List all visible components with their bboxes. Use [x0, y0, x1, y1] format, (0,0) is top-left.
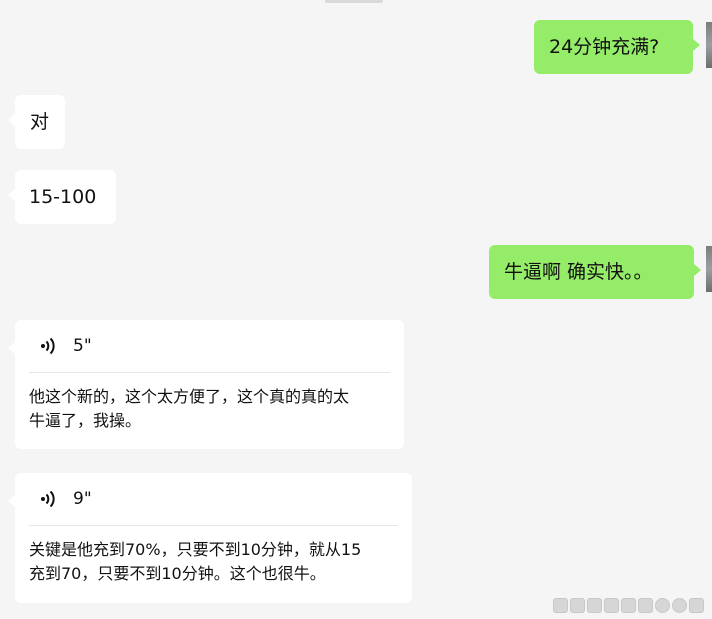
transcript-line: 充到70，只要不到10分钟。这个也很牛。 — [29, 564, 326, 583]
window-icon — [638, 598, 653, 613]
bottom-icon-strip — [553, 598, 704, 613]
window-icon — [587, 598, 602, 613]
voice-header[interactable]: 5" — [29, 320, 390, 373]
message-bubble-incoming[interactable]: 15-100 — [8, 170, 116, 224]
window-icon — [570, 598, 585, 613]
scroll-indicator — [325, 0, 383, 3]
voice-message[interactable]: 5" 他这个新的，这个太方便了，这个真的真的太 牛逼了，我操。 — [8, 320, 404, 449]
message-bubble-outgoing[interactable]: 24分钟充满? — [534, 20, 700, 74]
avatar[interactable] — [706, 22, 712, 68]
voice-transcript: 他这个新的，这个太方便了，这个真的真的太 牛逼了，我操。 — [29, 373, 390, 433]
message-text: 牛逼啊 确实快。。 — [504, 261, 653, 283]
voice-duration: 5" — [73, 336, 92, 356]
window-icon — [604, 598, 619, 613]
transcript-line: 牛逼了，我操。 — [29, 411, 142, 430]
window-icon — [553, 598, 568, 613]
voice-header[interactable]: 9" — [29, 473, 398, 526]
transcript-line: 他这个新的，这个太方便了，这个真的真的太 — [29, 387, 350, 406]
voice-wave-icon — [41, 490, 55, 508]
voice-message[interactable]: 9" 关键是他充到70%，只要不到10分钟，就从15 充到70，只要不到10分钟… — [8, 473, 412, 603]
message-text: 15-100 — [29, 186, 97, 208]
voice-duration: 9" — [73, 489, 92, 509]
avatar[interactable] — [706, 246, 712, 292]
message-bubble-incoming[interactable]: 对 — [8, 95, 65, 149]
message-text: 24分钟充满? — [549, 36, 660, 58]
voice-transcript: 关键是他充到70%，只要不到10分钟，就从15 充到70，只要不到10分钟。这个… — [29, 526, 398, 586]
voice-wave-icon — [41, 337, 55, 355]
transcript-line: 关键是他充到70%，只要不到10分钟，就从15 — [29, 540, 362, 559]
window-icon — [689, 598, 704, 613]
message-bubble-outgoing[interactable]: 牛逼啊 确实快。。 — [489, 245, 701, 299]
window-icon — [655, 598, 670, 613]
window-icon — [672, 598, 687, 613]
message-text: 对 — [30, 111, 50, 133]
window-icon — [621, 598, 636, 613]
